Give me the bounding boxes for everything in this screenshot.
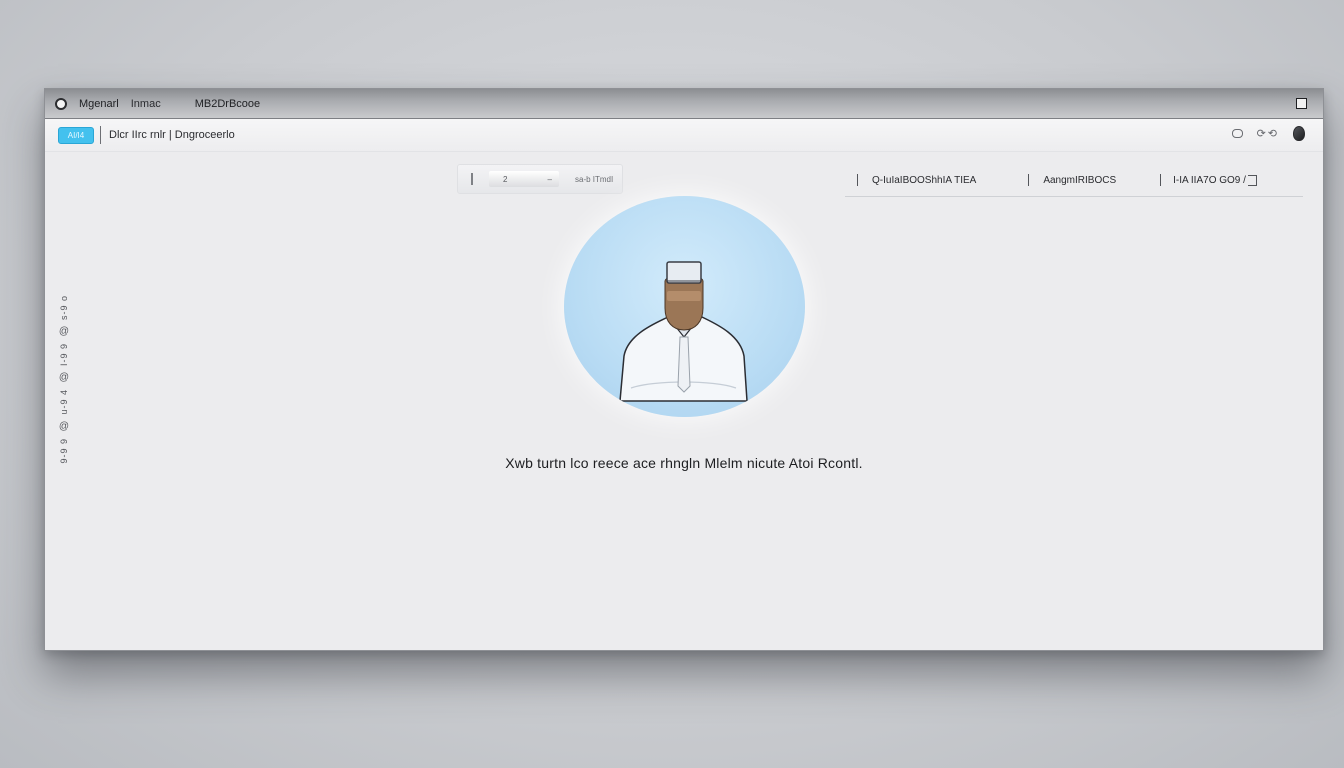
title-bar: Mgenarl Inmac MB2DrBcooe (45, 89, 1323, 119)
status-badge[interactable]: AI/I4 (58, 126, 94, 144)
app-name: Mgenarl (79, 97, 119, 110)
sidebar-item[interactable]: I-9 9 (59, 343, 69, 366)
tab-divider (1160, 174, 1162, 186)
app-window: Mgenarl Inmac MB2DrBcooe AI/I4 Dlcr IIrc… (44, 88, 1324, 651)
person-icon (619, 261, 748, 402)
drag-handle-icon[interactable] (471, 173, 473, 185)
app-menu-label[interactable]: Inmac (131, 98, 161, 110)
tab-1[interactable]: Q-IuIaIBOOShhIA TIEA (857, 174, 976, 186)
document-title: MB2DrBcooe (194, 97, 261, 110)
tab-3[interactable]: I-IA IIA7O GO9 / (1160, 174, 1257, 186)
at-icon[interactable]: @ (59, 421, 69, 432)
zoom-segment-control[interactable]: 2 – sa-b ITmdI (457, 164, 623, 194)
segment-track[interactable]: 2 – (489, 171, 559, 187)
toolbar-actions: ⟳⟲ (1231, 126, 1305, 141)
avatar-circle (564, 196, 805, 417)
dropdown-icon[interactable] (1247, 174, 1257, 186)
window-maximize-button[interactable] (1296, 98, 1307, 109)
empty-state-message: Xwb turtn lco reece ace rhngln Mlelm nic… (505, 455, 863, 471)
user-avatar-icon[interactable] (1293, 126, 1305, 141)
sidebar-item[interactable]: u-9 4 (59, 389, 69, 415)
tab-label: AangmIRIBOCS (1043, 174, 1117, 186)
tab-2[interactable]: AangmIRIBOCS (1028, 174, 1116, 186)
tab-bar: Q-IuIaIBOOShhIA TIEA AangmIRIBOCS I-IA I… (845, 164, 1303, 197)
toolbar-divider (100, 126, 101, 144)
tab-label: Q-IuIaIBOOShhIA TIEA (872, 174, 977, 186)
window-close-button[interactable] (55, 97, 67, 110)
breadcrumb[interactable]: Dlcr IIrc rnlr | Dngroceerlo (109, 129, 235, 141)
profile-avatar (564, 196, 805, 417)
tab-divider (857, 174, 858, 186)
refresh-icon[interactable]: ⟳⟲ (1257, 127, 1279, 140)
segment-label: sa-b ITmdI (575, 174, 614, 184)
segment-value: 2 (503, 174, 508, 184)
minus-icon[interactable]: – (547, 175, 551, 184)
chat-icon[interactable] (1231, 129, 1243, 138)
sidebar-item[interactable]: s-9 o (59, 295, 69, 320)
at-icon[interactable]: @ (59, 372, 69, 383)
tab-label: I-IA IIA7O GO9 / (1173, 174, 1246, 186)
at-icon[interactable]: @ (59, 326, 69, 337)
tab-divider (1028, 174, 1030, 186)
toolbar: AI/I4 Dlcr IIrc rnlr | Dngroceerlo ⟳⟲ (45, 119, 1323, 152)
